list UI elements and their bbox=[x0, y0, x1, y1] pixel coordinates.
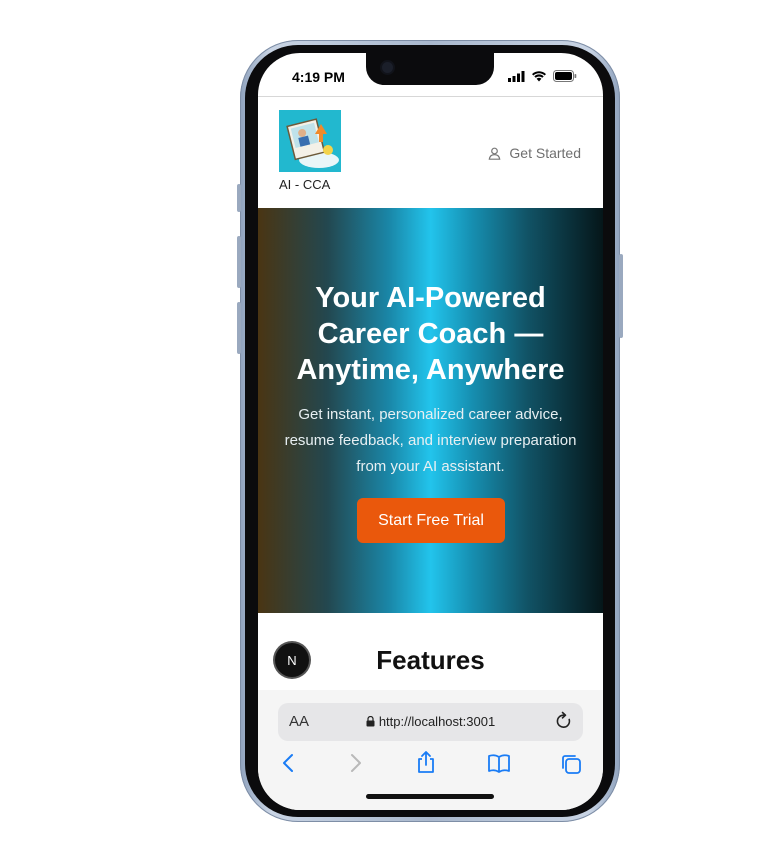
user-icon bbox=[489, 147, 501, 160]
side-button-power bbox=[619, 254, 623, 338]
address-bar[interactable]: AA http://localhost:3001 bbox=[278, 703, 583, 741]
home-indicator[interactable] bbox=[366, 794, 494, 799]
url-text: http://localhost:3001 bbox=[378, 714, 496, 729]
reload-icon[interactable] bbox=[555, 711, 573, 731]
signal-icon bbox=[508, 70, 525, 82]
hero-section: Your AI-Powered Career Coach — Anytime, … bbox=[258, 208, 603, 613]
browser-toolbar bbox=[258, 750, 603, 783]
features-heading: Features bbox=[376, 645, 485, 675]
hero-subtitle: Get instant, personalized career advice,… bbox=[284, 406, 577, 475]
hero-title: Your AI-Powered Career Coach — Anytime, … bbox=[296, 282, 565, 386]
wifi-icon bbox=[532, 71, 546, 82]
phone-screen: 4:19 PM AI - CCA Get Started Your AI-Pow… bbox=[258, 53, 603, 810]
get-started-label: Get Started bbox=[509, 145, 581, 161]
status-icons bbox=[508, 70, 577, 82]
battery-icon bbox=[553, 70, 577, 82]
logo-illustration-icon bbox=[279, 110, 341, 172]
status-time: 4:19 PM bbox=[292, 69, 345, 85]
status-divider bbox=[258, 96, 603, 97]
bookmarks-icon[interactable] bbox=[487, 753, 511, 773]
forward-icon[interactable] bbox=[350, 753, 362, 773]
next-dev-indicator[interactable]: N bbox=[275, 643, 309, 677]
share-icon[interactable] bbox=[416, 750, 436, 774]
app-name: AI - CCA bbox=[279, 177, 331, 192]
side-button-volume-up bbox=[237, 236, 241, 288]
front-camera bbox=[382, 62, 393, 73]
browser-chrome: AA http://localhost:3001 bbox=[258, 690, 603, 810]
start-free-trial-button[interactable]: Start Free Trial bbox=[357, 498, 505, 543]
app-logo[interactable] bbox=[279, 110, 341, 172]
url-display[interactable]: http://localhost:3001 bbox=[278, 714, 583, 729]
back-icon[interactable] bbox=[282, 753, 294, 773]
lock-icon bbox=[366, 715, 375, 727]
side-button-mute bbox=[237, 184, 241, 212]
side-button-volume-down bbox=[237, 302, 241, 354]
get-started-link[interactable]: Get Started bbox=[488, 145, 581, 161]
tabs-icon[interactable] bbox=[560, 753, 582, 775]
